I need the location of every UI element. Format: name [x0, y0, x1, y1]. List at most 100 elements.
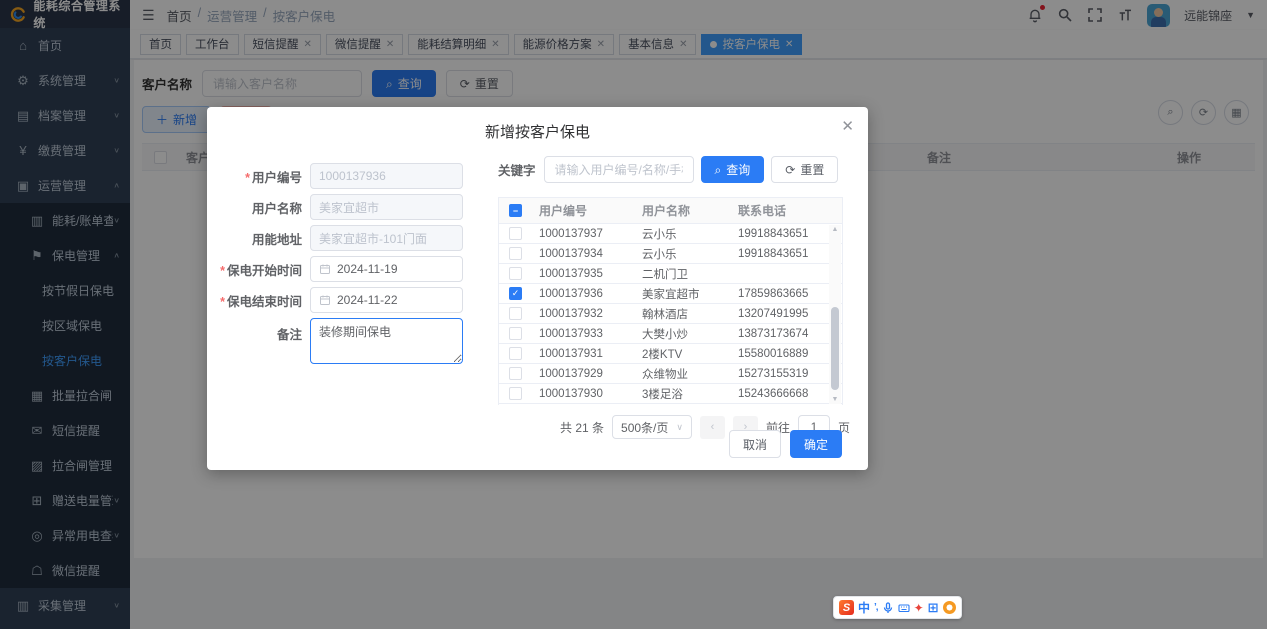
user-name-label: 用户名称 [207, 198, 310, 217]
required-mark: * [245, 171, 250, 185]
scrollbar[interactable]: ▲ ▼ [829, 225, 841, 404]
end-date-input[interactable]: 2024-11-22 [310, 287, 463, 313]
user-table-row[interactable]: 10001379303楼足浴15243666668 [499, 384, 842, 404]
add-customer-protection-dialog: 新增按客户保电 ✕ *用户编号 用户名称 用能地址 *保电开始时间 2024-1… [207, 107, 868, 470]
page-size-select[interactable]: 500条/页 ∨ [612, 415, 692, 439]
row-checkbox[interactable] [509, 367, 522, 380]
phone-cell: 19918843651 [734, 228, 830, 240]
user-table-row[interactable]: ✓ 1000137936美家宜超市17859863665 [499, 284, 842, 304]
phone-cell: 19918843651 [734, 248, 830, 260]
toolbox-grid-icon[interactable]: ⊞ [928, 600, 939, 616]
keyword-reset-button[interactable]: ⟳ 重置 [771, 156, 838, 183]
skin-brush-icon[interactable]: ✦ [914, 601, 924, 615]
keyword-label: 关键字 [498, 160, 536, 179]
settings-wheel-icon[interactable] [943, 601, 956, 614]
user-table: − 用户编号 用户名称 联系电话 1000137937云小乐1991884365… [498, 197, 843, 405]
screen: 能耗综合管理系统 ⌂首页⚙系统管理∨▤档案管理∨¥缴费管理∨▣运营管理∧▥能耗/… [0, 0, 1267, 629]
refresh-icon: ⟳ [785, 164, 795, 176]
energy-address-input [310, 225, 463, 251]
remark-label: 备注 [207, 318, 310, 343]
user-id-cell: 1000137933 [535, 328, 638, 340]
user-id-cell: 1000137932 [535, 308, 638, 320]
user-name-cell: 云小乐 [638, 246, 734, 262]
calendar-icon [319, 294, 331, 306]
user-id-cell: 1000137936 [535, 288, 638, 300]
user-id-label: 用户编号 [252, 171, 302, 185]
microphone-icon[interactable] [882, 602, 894, 614]
row-checkbox[interactable] [509, 327, 522, 340]
keyword-search-button[interactable]: ⌕ 查询 [701, 156, 765, 183]
user-id-cell: 1000137931 [535, 348, 638, 360]
row-checkbox[interactable] [509, 247, 522, 260]
user-table-body: 1000137937云小乐199188436511000137934云小乐199… [499, 224, 842, 405]
user-name-cell: 美家宜超市 [638, 286, 734, 302]
dialog-footer: 取消 确定 [729, 430, 842, 458]
required-mark: * [220, 264, 225, 278]
scroll-up-icon[interactable]: ▲ [829, 226, 841, 233]
search-icon: ⌕ [715, 164, 722, 176]
start-date-input[interactable]: 2024-11-19 [310, 256, 463, 282]
phone-cell: 17859863665 [734, 288, 830, 300]
user-id-cell: 1000137929 [535, 368, 638, 380]
end-date-label: 保电结束时间 [227, 295, 302, 309]
row-checkbox[interactable]: ✓ [509, 287, 522, 300]
col-phone: 联系电话 [734, 202, 830, 219]
user-name-cell: 3楼足浴 [638, 386, 734, 402]
select-all-checkbox[interactable]: − [509, 204, 522, 217]
start-date-label: 保电开始时间 [227, 264, 302, 278]
user-id-cell: 1000137937 [535, 228, 638, 240]
user-id-cell: 1000137934 [535, 248, 638, 260]
phone-cell: 15273155319 [734, 368, 830, 380]
chinese-mode-icon[interactable]: 中 [858, 599, 870, 616]
dialog-user-picker: 关键字 ⌕ 查询 ⟳ 重置 − 用户编号 用户名称 联系电话 [498, 156, 850, 439]
sogou-logo-icon[interactable]: S [839, 600, 854, 615]
confirm-button[interactable]: 确定 [790, 430, 842, 458]
user-id-cell: 1000137935 [535, 268, 638, 280]
user-table-header: − 用户编号 用户名称 联系电话 [499, 198, 842, 224]
calendar-icon [319, 263, 331, 275]
col-user-name: 用户名称 [638, 202, 734, 219]
required-mark: * [220, 295, 225, 309]
user-name-cell: 大樊小炒 [638, 326, 734, 342]
phone-cell: 15580016889 [734, 348, 830, 360]
row-checkbox[interactable] [509, 267, 522, 280]
user-name-cell: 2楼KTV [638, 346, 734, 362]
cancel-button[interactable]: 取消 [729, 430, 781, 458]
row-checkbox[interactable] [509, 227, 522, 240]
user-id-input [310, 163, 463, 189]
user-table-row[interactable]: 1000137935二机门卫 [499, 264, 842, 284]
keyword-input[interactable] [544, 156, 694, 183]
prev-page-button[interactable]: ‹ [700, 416, 725, 439]
row-checkbox[interactable] [509, 347, 522, 360]
row-checkbox[interactable] [509, 307, 522, 320]
dialog-title: 新增按客户保电 [207, 121, 868, 142]
total-count: 共 21 条 [560, 419, 604, 436]
user-table-row[interactable]: 10001379312楼KTV15580016889 [499, 344, 842, 364]
punctuation-icon[interactable]: ’, [874, 602, 878, 613]
chevron-down-icon: ∨ [676, 422, 683, 433]
row-checkbox[interactable] [509, 387, 522, 400]
close-icon[interactable]: ✕ [841, 117, 854, 135]
scrollbar-thumb[interactable] [831, 307, 839, 389]
phone-cell: 13873173674 [734, 328, 830, 340]
user-table-row[interactable]: 1000137934云小乐19918843651 [499, 244, 842, 264]
phone-cell: 13207491995 [734, 308, 830, 320]
keyboard-icon[interactable] [898, 602, 910, 614]
phone-cell: 15243666668 [734, 388, 830, 400]
user-name-input [310, 194, 463, 220]
user-name-cell: 众维物业 [638, 366, 734, 382]
remark-textarea[interactable]: 装修期间保电 [310, 318, 463, 364]
user-table-row[interactable]: 1000137937云小乐19918843651 [499, 224, 842, 244]
user-table-row[interactable]: 1000137933大樊小炒13873173674 [499, 324, 842, 344]
dialog-form: *用户编号 用户名称 用能地址 *保电开始时间 2024-11-19 *保电结束… [207, 163, 497, 369]
keyword-row: 关键字 ⌕ 查询 ⟳ 重置 [498, 156, 850, 183]
user-id-cell: 1000137930 [535, 388, 638, 400]
user-name-cell: 云小乐 [638, 226, 734, 242]
energy-address-label: 用能地址 [207, 229, 310, 248]
user-table-row[interactable]: 1000137929众维物业15273155319 [499, 364, 842, 384]
user-name-cell: 翰林酒店 [638, 306, 734, 322]
col-user-id: 用户编号 [535, 202, 638, 219]
user-name-cell: 二机门卫 [638, 266, 734, 282]
user-table-row[interactable]: 1000137932翰林酒店13207491995 [499, 304, 842, 324]
scroll-down-icon[interactable]: ▼ [829, 396, 841, 403]
